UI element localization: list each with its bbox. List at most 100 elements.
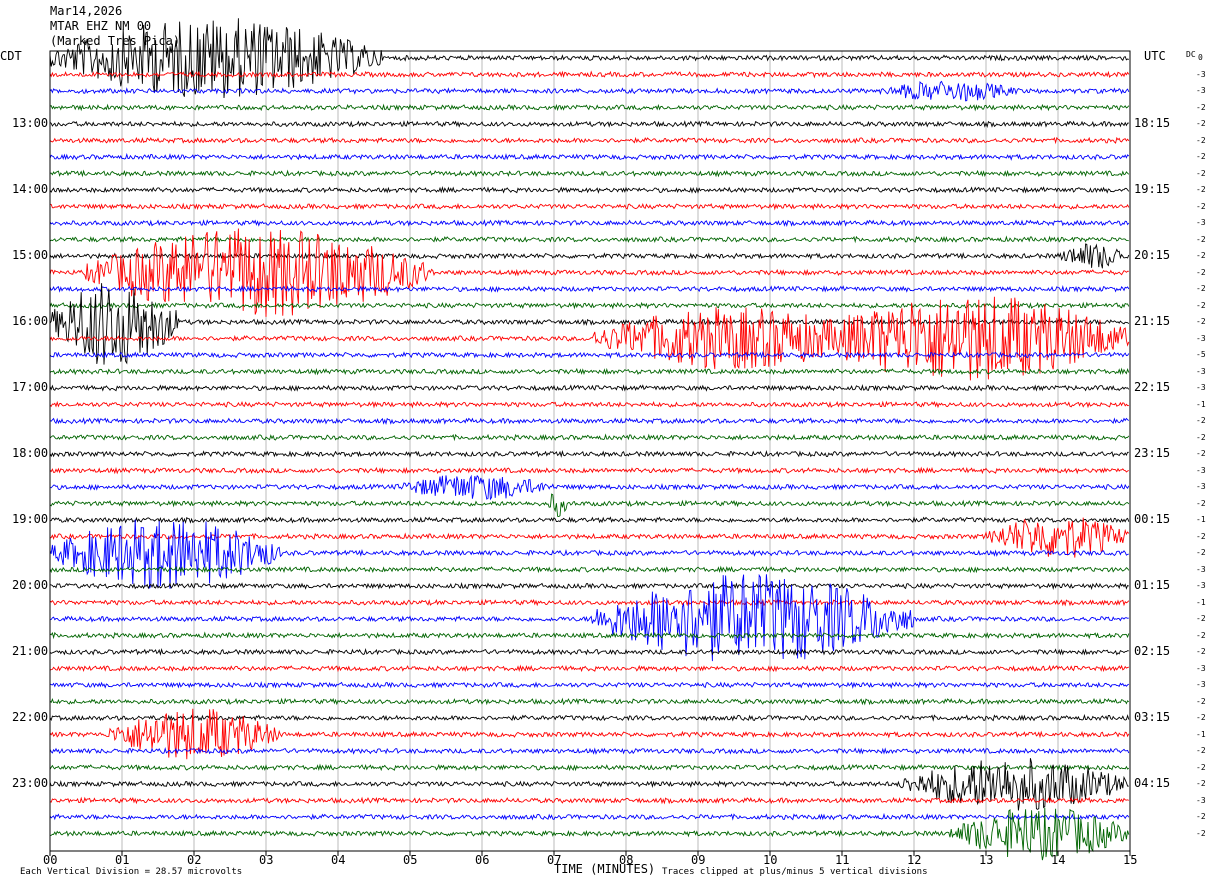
- x-axis-title: TIME (MINUTES): [554, 862, 656, 876]
- trace-row-22: [49, 417, 1130, 426]
- dc-offset-label: -3: [1196, 564, 1206, 574]
- dc-offset-label: -3: [1196, 383, 1206, 392]
- trace-row-42: [49, 746, 1130, 755]
- trace-row-26: [49, 474, 1130, 501]
- dc-offset-label: -2: [1196, 102, 1206, 112]
- x-tick-label-03: 03: [259, 853, 274, 867]
- left-time-label: 21:00: [12, 644, 49, 658]
- dc-offset-label: -2: [1196, 779, 1206, 788]
- trace-row-45: [49, 796, 1130, 805]
- dc-offset-label: -3: [1196, 663, 1206, 673]
- dc-offset-label: -2: [1196, 234, 1206, 244]
- dc-offset-label: -3: [1196, 333, 1206, 343]
- trace-row-35: [49, 631, 1130, 640]
- dc-offset-label: -1: [1196, 729, 1206, 739]
- dc-offset-label: -3: [1196, 69, 1206, 79]
- dc-offset-label: -2: [1196, 812, 1206, 821]
- dc-header-label: DC: [1186, 50, 1196, 59]
- dc-offset-label: -2: [1196, 449, 1206, 458]
- trace-row-14: [49, 284, 1130, 293]
- trace-row-20: [49, 384, 1130, 392]
- right-time-label: 01:15: [1134, 578, 1171, 592]
- trace-row-17: [49, 296, 1130, 381]
- x-tick-label-01: 01: [115, 853, 130, 867]
- left-time-label: 13:00: [12, 116, 49, 130]
- dc-offset-label: -2: [1196, 630, 1206, 640]
- trace-row-24: [49, 449, 1129, 458]
- left-time-label: 20:00: [12, 578, 49, 592]
- trace-row-23: [49, 433, 1130, 442]
- dc-offset-label: -2: [1196, 746, 1206, 755]
- trace-row-7: [49, 169, 1130, 178]
- dc-offset-label: -3: [1196, 218, 1206, 227]
- dc-offset-label: -2: [1196, 713, 1206, 722]
- dc-offset-label: -2: [1196, 119, 1206, 128]
- x-tick-label-12: 12: [907, 853, 922, 867]
- right-timezone-label: UTC: [1144, 49, 1166, 63]
- right-time-label: 00:15: [1134, 512, 1171, 526]
- dc-offset-label: -2: [1196, 185, 1206, 194]
- right-time-label: 23:15: [1134, 446, 1171, 460]
- right-time-label: 18:15: [1134, 116, 1171, 130]
- left-time-label: 23:00: [12, 776, 49, 790]
- x-tick-label-00: 00: [43, 853, 58, 867]
- dc-offset-label: -2: [1196, 267, 1206, 277]
- dc-offset-label: -2: [1196, 548, 1206, 557]
- left-time-label: 18:00: [12, 446, 49, 460]
- trace-row-31: [49, 565, 1130, 574]
- minute-gridlines: [121, 51, 1059, 851]
- right-time-label: 04:15: [1134, 776, 1171, 790]
- trace-row-34: [49, 573, 1129, 662]
- dc-offset-label: -2: [1196, 614, 1206, 623]
- dc-offset-label: 0: [1198, 53, 1203, 62]
- trace-row-4: [49, 120, 1129, 129]
- helicorder-plot: [49, 18, 1131, 861]
- right-time-label: 22:15: [1134, 380, 1171, 394]
- trace-row-3: [49, 103, 1130, 112]
- scale-note: Each Vertical Division = 28.57 microvolt…: [20, 867, 243, 877]
- left-timezone-label: CDT: [0, 49, 22, 63]
- dc-offset-label: -3: [1196, 482, 1206, 491]
- dc-offset-label: -2: [1196, 762, 1206, 772]
- trace-row-6: [49, 152, 1130, 161]
- trace-row-40: [49, 713, 1130, 722]
- left-time-label: 16:00: [12, 314, 49, 328]
- dc-offset-label: -2: [1196, 828, 1206, 838]
- trace-row-27: [49, 493, 1130, 517]
- dc-offset-label: -2: [1196, 300, 1206, 310]
- trace-row-9: [49, 202, 1130, 211]
- trace-row-38: [49, 681, 1130, 689]
- right-time-label: 03:15: [1134, 710, 1171, 724]
- trace-row-28: [49, 516, 1130, 525]
- dc-offset-label: -3: [1196, 680, 1206, 689]
- dc-offset-label: -2: [1196, 696, 1206, 706]
- trace-row-11: [49, 235, 1129, 244]
- dc-offset-label: -1: [1196, 597, 1206, 607]
- dc-offset-label: -3: [1196, 581, 1206, 590]
- trace-row-18: [49, 350, 1130, 359]
- trace-row-46: [49, 812, 1130, 821]
- trace-row-43: [49, 763, 1130, 772]
- trace-row-36: [49, 647, 1129, 656]
- trace-row-33: [49, 598, 1130, 607]
- dc-offset-label: -5: [1196, 350, 1206, 359]
- dc-offset-label: -3: [1196, 366, 1206, 376]
- x-tick-label-14: 14: [1051, 853, 1066, 867]
- left-time-label: 19:00: [12, 512, 49, 526]
- dc-offset-label: -3: [1196, 795, 1206, 805]
- header-date: Mar14,2026: [50, 4, 123, 18]
- dc-offset-label: -2: [1196, 284, 1206, 293]
- left-time-label: 15:00: [12, 248, 49, 262]
- dc-offset-label: -2: [1196, 168, 1206, 178]
- left-time-label: 14:00: [12, 182, 49, 196]
- x-tick-label-04: 04: [331, 853, 346, 867]
- dc-offset-label: -2: [1196, 135, 1206, 145]
- dc-offset-label: -2: [1196, 251, 1206, 260]
- dc-offset-label: -2: [1196, 531, 1206, 541]
- dc-offset-label: -2: [1196, 498, 1206, 508]
- dc-offset-label: -2: [1196, 432, 1206, 442]
- dc-offset-label: -2: [1196, 317, 1206, 326]
- x-tick-label-15: 15: [1123, 853, 1138, 867]
- right-time-label: 02:15: [1134, 644, 1171, 658]
- dc-offset-label: -2: [1196, 647, 1206, 656]
